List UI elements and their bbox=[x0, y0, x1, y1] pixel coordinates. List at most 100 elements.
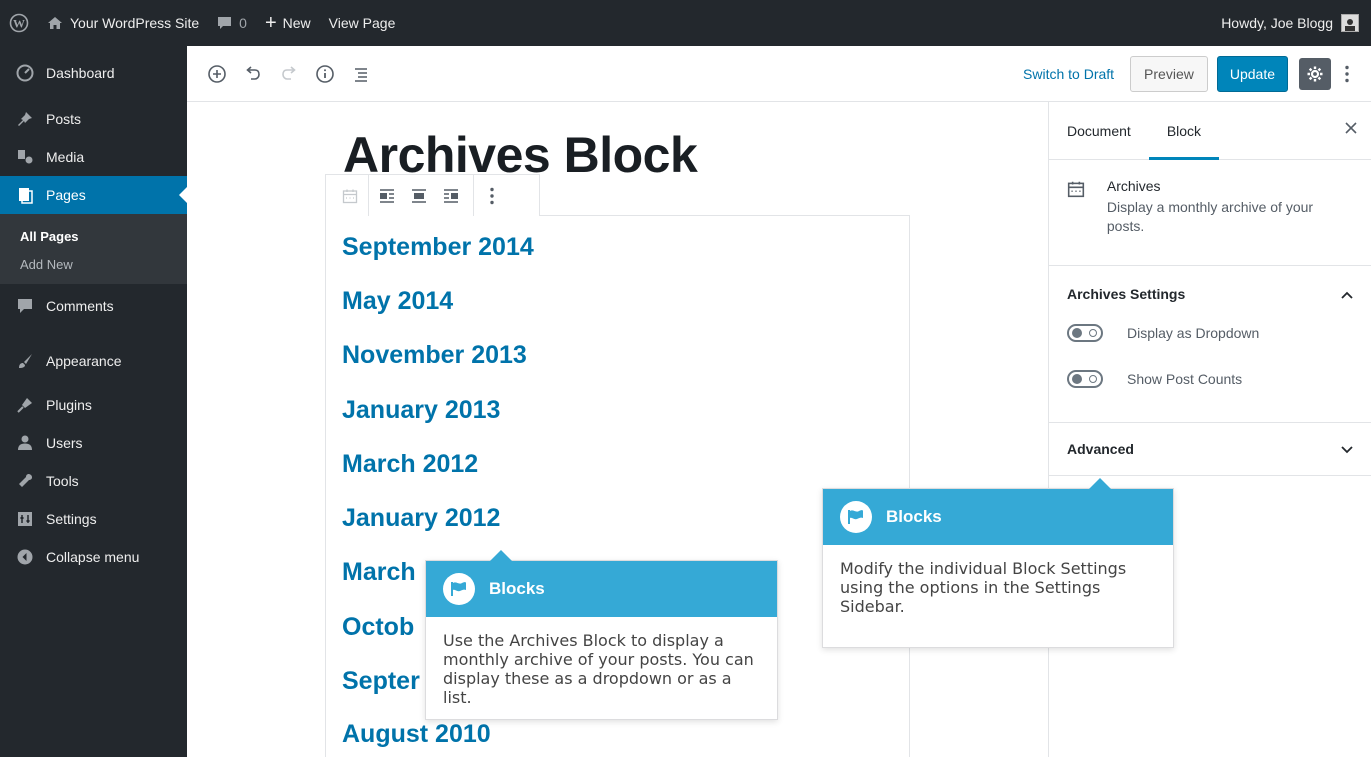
submenu-item-add-new[interactable]: Add New bbox=[0, 250, 187, 278]
show-post-counts-toggle[interactable] bbox=[1067, 370, 1103, 388]
close-icon[interactable] bbox=[1345, 121, 1357, 137]
view-page-label: View Page bbox=[328, 15, 396, 31]
block-card-title: Archives bbox=[1106, 178, 1161, 194]
admin-menu: Dashboard Posts Media Pages All Pages Ad… bbox=[0, 46, 187, 757]
dashboard-icon bbox=[14, 63, 36, 83]
plug-icon bbox=[14, 395, 36, 415]
calendar-icon bbox=[1067, 178, 1091, 247]
pages-submenu: All Pages Add New bbox=[0, 214, 187, 284]
settings-gear-icon[interactable] bbox=[1299, 57, 1331, 90]
advanced-toggle[interactable]: Advanced bbox=[1049, 423, 1371, 475]
preview-button[interactable]: Preview bbox=[1130, 55, 1208, 92]
new-content-link[interactable]: + New bbox=[256, 0, 320, 46]
menu-label: Media bbox=[46, 149, 85, 165]
site-name-link[interactable]: Your WordPress Site bbox=[38, 0, 208, 46]
archive-link[interactable]: March bbox=[342, 558, 416, 587]
menu-label: Tools bbox=[46, 473, 79, 489]
archives-settings-panel: Archives Settings Display as Dropdown Sh… bbox=[1049, 266, 1371, 423]
calendar-icon[interactable] bbox=[336, 182, 364, 210]
block-card: Archives Display a monthly archive of yo… bbox=[1049, 160, 1371, 266]
comments-link[interactable]: 0 bbox=[208, 0, 256, 46]
editor-header: Switch to Draft Preview Update bbox=[187, 46, 1371, 102]
display-as-dropdown-row: Display as Dropdown bbox=[1049, 310, 1371, 356]
tab-document[interactable]: Document bbox=[1049, 102, 1149, 160]
archive-link[interactable]: January 2013 bbox=[342, 396, 500, 425]
align-center-icon[interactable] bbox=[405, 182, 433, 210]
admin-bar: W Your WordPress Site 0 + New View Page … bbox=[0, 0, 1371, 46]
menu-label: Settings bbox=[46, 511, 97, 527]
wrench-icon bbox=[14, 471, 36, 491]
comments-count: 0 bbox=[239, 15, 247, 31]
switch-to-draft-button[interactable]: Switch to Draft bbox=[1009, 66, 1128, 82]
flag-icon bbox=[840, 501, 872, 533]
comment-icon bbox=[14, 296, 36, 316]
menu-label: Users bbox=[46, 435, 83, 451]
display-as-dropdown-toggle[interactable] bbox=[1067, 324, 1103, 342]
page-icon bbox=[14, 185, 36, 205]
popup-header: Blocks bbox=[823, 489, 1173, 545]
popup-text: Modify the individual Block Settings usi… bbox=[840, 559, 1127, 616]
more-options-icon[interactable] bbox=[1335, 56, 1359, 92]
toggle-label: Show Post Counts bbox=[1127, 371, 1243, 387]
menu-item-comments[interactable]: Comments bbox=[0, 284, 187, 328]
menu-item-dashboard[interactable]: Dashboard bbox=[0, 46, 187, 100]
howdy-label: Howdy, Joe Blogg bbox=[1221, 15, 1333, 31]
menu-item-settings[interactable]: Settings bbox=[0, 500, 187, 538]
submenu-label: Add New bbox=[20, 256, 73, 272]
menu-item-appearance[interactable]: Appearance bbox=[0, 328, 187, 386]
popup-arrow bbox=[1089, 478, 1111, 489]
popup-arrow bbox=[490, 550, 512, 561]
menu-item-pages[interactable]: Pages bbox=[0, 176, 187, 214]
block-card-description: Display a monthly archive of your posts. bbox=[1106, 199, 1314, 234]
popup-title: Blocks bbox=[489, 579, 545, 598]
home-icon bbox=[47, 16, 63, 30]
menu-label: Plugins bbox=[46, 397, 92, 413]
view-page-link[interactable]: View Page bbox=[320, 0, 405, 46]
undo-icon[interactable] bbox=[235, 56, 271, 92]
settings-icon bbox=[14, 509, 36, 529]
popup-header: Blocks bbox=[426, 561, 777, 617]
collapse-menu-button[interactable]: Collapse menu bbox=[0, 538, 187, 576]
header-actions: Switch to Draft Preview Update bbox=[1009, 55, 1371, 92]
new-label: New bbox=[282, 15, 311, 31]
block-toolbar bbox=[325, 174, 540, 216]
menu-label: Dashboard bbox=[46, 65, 115, 81]
info-icon[interactable] bbox=[307, 56, 343, 92]
menu-item-media[interactable]: Media bbox=[0, 138, 187, 176]
menu-item-posts[interactable]: Posts bbox=[0, 100, 187, 138]
menu-label: Posts bbox=[46, 111, 82, 127]
brush-icon bbox=[14, 351, 36, 371]
chevron-down-icon bbox=[1341, 441, 1353, 457]
menu-label: Appearance bbox=[46, 353, 122, 369]
plus-icon: + bbox=[264, 12, 277, 34]
avatar bbox=[1341, 14, 1359, 32]
account-menu[interactable]: Howdy, Joe Blogg bbox=[1221, 14, 1371, 32]
menu-item-tools[interactable]: Tools bbox=[0, 462, 187, 500]
archive-link[interactable]: January 2012 bbox=[342, 504, 500, 533]
redo-icon[interactable] bbox=[271, 56, 307, 92]
archive-link[interactable]: Septer bbox=[342, 667, 420, 696]
block-more-options-icon[interactable] bbox=[478, 182, 506, 210]
submenu-item-all-pages[interactable]: All Pages bbox=[0, 222, 187, 250]
archive-link[interactable]: Octob bbox=[342, 613, 414, 642]
advanced-panel: Advanced bbox=[1049, 423, 1371, 476]
align-right-icon[interactable] bbox=[437, 182, 465, 210]
archive-link[interactable]: May 2014 bbox=[342, 287, 453, 316]
archive-link[interactable]: March 2012 bbox=[342, 450, 478, 479]
menu-label: Pages bbox=[46, 187, 86, 203]
tab-block[interactable]: Block bbox=[1148, 102, 1220, 160]
popup-text: Use the Archives Block to display a mont… bbox=[443, 631, 754, 707]
archive-link[interactable]: September 2014 bbox=[342, 233, 534, 262]
collapse-icon bbox=[14, 547, 36, 567]
block-navigation-icon[interactable] bbox=[343, 56, 379, 92]
align-left-icon[interactable] bbox=[373, 182, 401, 210]
archive-link[interactable]: November 2013 bbox=[342, 341, 527, 370]
update-button[interactable]: Update bbox=[1216, 55, 1288, 92]
tour-popup-sidebar: Blocks Modify the individual Block Setti… bbox=[822, 478, 1174, 648]
wordpress-logo-icon[interactable]: W bbox=[0, 0, 38, 46]
menu-item-users[interactable]: Users bbox=[0, 424, 187, 462]
menu-item-plugins[interactable]: Plugins bbox=[0, 386, 187, 424]
add-block-icon[interactable] bbox=[199, 56, 235, 92]
user-icon bbox=[14, 433, 36, 453]
archive-link[interactable]: August 2010 bbox=[342, 720, 491, 749]
